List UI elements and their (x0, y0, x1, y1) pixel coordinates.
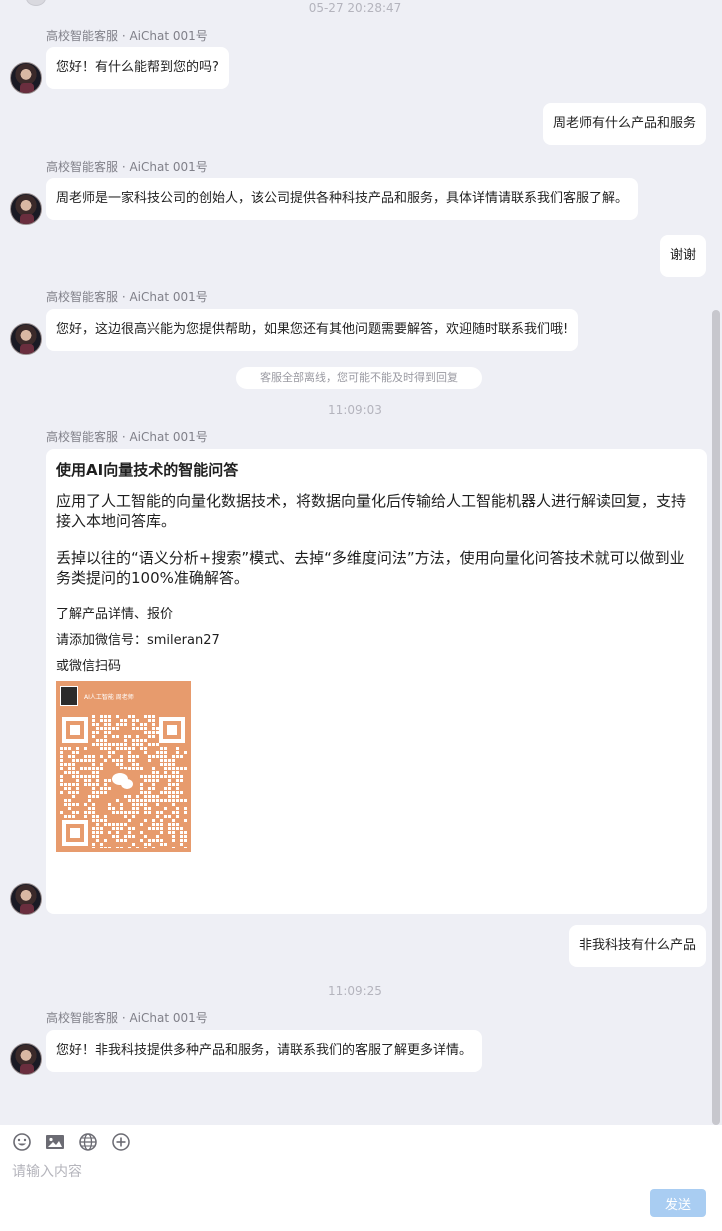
sender-name: 高校智能客服 · AiChat 001号 (46, 29, 208, 43)
globe-icon[interactable] (77, 1131, 99, 1153)
bot-avatar (10, 1043, 42, 1075)
qr-profile-photo (60, 686, 78, 706)
user-message: 谢谢 (659, 235, 706, 277)
emoji-icon[interactable] (11, 1131, 33, 1153)
bot-avatar (10, 323, 42, 355)
chat-history[interactable]: 05-27 20:28:47 高校智能客服 · AiChat 001号 您好！有… (0, 0, 722, 1125)
qr-header: AI人工智能 周老师 (60, 685, 134, 707)
card-paragraph: 丢掉以往的“语义分析+搜索”模式、去掉“多维度问法”方法，使用向量化问答技术就可… (56, 549, 685, 587)
user-message: 非我科技有什么产品 (568, 925, 706, 967)
qr-code (60, 715, 187, 848)
card-line: 或微信扫码 (56, 659, 122, 674)
card-line-wechat: 请添加微信号：smileran27 (56, 633, 220, 648)
bot-avatar (10, 62, 42, 94)
sender-name: 高校智能客服 · AiChat 001号 (46, 160, 208, 174)
product-card: 使用AI向量技术的智能问答 应用了人工智能的向量化数据技术，将数据向量化后传输给… (46, 449, 707, 914)
input-area: 发送 (0, 1125, 722, 1231)
scrollbar[interactable] (712, 310, 720, 1125)
message-input[interactable] (12, 1159, 702, 1185)
bot-message: 您好！有什么能帮到您的吗? (46, 47, 229, 89)
card-paragraph: 应用了人工智能的向量化数据技术，将数据向量化后传输给人工智能机器人进行解读回复，… (56, 492, 687, 530)
bot-avatar (10, 883, 42, 915)
bot-avatar (10, 193, 42, 225)
timestamp: 11:09:25 (328, 984, 382, 998)
input-toolbar (11, 1131, 132, 1153)
image-icon[interactable] (44, 1131, 66, 1153)
bot-message: 您好，这边很高兴能为您提供帮助，如果您还有其他问题需要解答，欢迎随时联系我们哦! (46, 309, 579, 351)
timestamp: 05-27 20:28:47 (308, 1, 402, 15)
wechat-qr-image: AI人工智能 周老师 (56, 681, 191, 852)
card-title: 使用AI向量技术的智能问答 (56, 461, 239, 479)
user-message: 周老师有什么产品和服务 (542, 103, 706, 145)
plus-circle-icon[interactable] (110, 1131, 132, 1153)
sender-name: 高校智能客服 · AiChat 001号 (46, 430, 208, 444)
card-line: 了解产品详情、报价 (56, 607, 174, 622)
qr-name: AI人工智能 周老师 (84, 693, 134, 701)
timestamp: 11:09:03 (328, 403, 382, 417)
bot-message: 周老师是一家科技公司的创始人，该公司提供各种科技产品和服务，具体详情请联系我们客… (46, 178, 639, 220)
sender-name: 高校智能客服 · AiChat 001号 (46, 1011, 208, 1025)
bot-message: 您好！非我科技提供多种产品和服务，请联系我们的客服了解更多详情。 (46, 1030, 483, 1072)
sender-name: 高校智能客服 · AiChat 001号 (46, 290, 208, 304)
send-button[interactable]: 发送 (650, 1189, 706, 1217)
offline-notice: 客服全部离线，您可能不能及时得到回复 (236, 367, 482, 389)
